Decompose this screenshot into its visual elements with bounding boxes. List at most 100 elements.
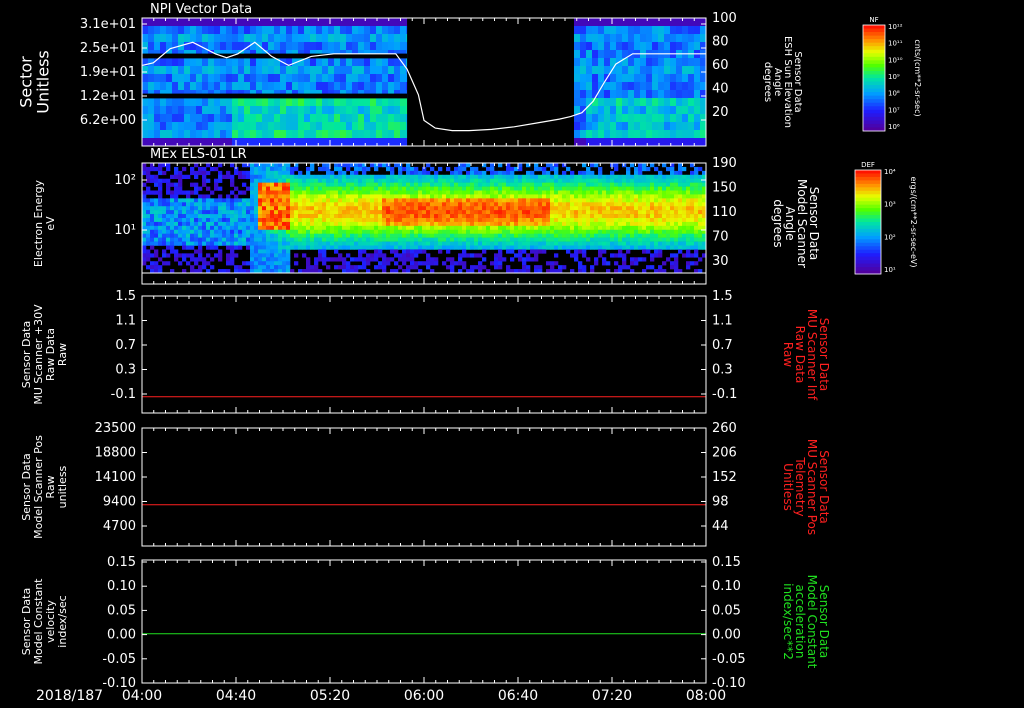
els-heatmap-cell [374,198,379,203]
els-heatmap-cell [686,265,691,270]
els-heatmap-cell [598,198,603,203]
els-heatmap-cell [522,249,527,254]
els-heatmap-cell [578,265,583,270]
els-heatmap-cell [194,214,199,219]
npi-heatmap-cell [652,66,659,75]
els-heatmap-cell [466,241,471,246]
els-heatmap-cell [638,202,643,207]
els-heatmap-cell [646,202,651,207]
els-heatmap-cell [582,237,587,242]
npi-heatmap-cell [238,106,245,115]
els-heatmap-cell [354,166,359,172]
els-heatmap-cell [302,233,307,238]
npi-heatmap-cell [688,58,695,67]
els-heatmap-cell [478,261,483,266]
npi-heatmap-cell [178,58,185,67]
els-heatmap-cell [694,221,699,227]
els-heatmap-cell [146,253,151,258]
els-heatmap-cell [342,261,347,266]
els-heatmap-cell [382,210,387,215]
els-heatmap-cell [278,198,283,203]
els-heatmap-cell [690,182,695,187]
els-heatmap-cell [370,253,375,258]
els-heatmap-cell [214,233,219,238]
els-heatmap-cell [614,221,619,227]
els-heatmap-cell [202,202,207,207]
els-heatmap-cell [486,210,491,215]
els-heatmap-cell [434,257,439,262]
els-heatmap-cell [478,229,483,235]
els-heatmap-cell [258,221,263,227]
els-heatmap-cell [390,245,395,250]
els-heatmap-cell [450,225,455,231]
els-heatmap-cell [694,198,699,203]
els-heatmap-cell [366,190,371,195]
els-heatmap-cell [186,253,191,258]
els-heatmap-cell [418,202,423,207]
els-heatmap-cell [298,198,303,203]
els-heatmap-cell [470,178,475,183]
els-heatmap-cell [422,237,427,242]
els-heatmap-cell [154,241,159,246]
els-heatmap-cell [358,225,363,231]
els-heatmap-cell [142,225,147,231]
els-heatmap-cell [342,210,347,215]
els-heatmap-cell [590,245,595,250]
els-heatmap-cell [602,206,607,211]
els-heatmap-cell [666,186,671,191]
npi-heatmap-cell [604,122,611,131]
els-heatmap-cell [502,241,507,246]
els-heatmap-cell [686,202,691,207]
els-heatmap-cell [486,202,491,207]
els-heatmap-cell [222,206,227,211]
els-heatmap-cell [186,261,191,266]
els-heatmap-cell [186,202,191,207]
els-heatmap-cell [686,241,691,246]
els-heatmap-cell [402,261,407,266]
npi-heatmap-cell [340,42,347,51]
npi-heatmap-cell [646,122,653,131]
els-heatmap-cell [614,206,619,211]
els-heatmap-cell [398,221,403,227]
els-heatmap-cell [538,202,543,207]
els-heatmap-cell [542,210,547,215]
els-heatmap-cell [674,221,679,227]
npi-heatmap-cell [688,42,695,51]
els-heatmap-cell [558,186,563,191]
els-heatmap-cell [642,178,647,183]
els-heatmap-cell [654,221,659,227]
els-heatmap-cell [394,237,399,242]
npi-heatmap-cell [322,122,329,131]
els-heatmap-cell [526,245,531,250]
els-heatmap-cell [586,206,591,211]
els-heatmap-cell [442,237,447,242]
els-heatmap-cell [158,202,163,207]
npi-heatmap-cell [346,98,353,107]
els-heatmap-cell [154,174,159,180]
npi-heatmap-cell [688,26,695,35]
els-heatmap-cell [302,206,307,211]
els-heatmap-cell [618,206,623,211]
els-heatmap-cell [590,225,595,231]
els-heatmap-cell [526,174,531,180]
els-heatmap-cell [466,237,471,242]
els-heatmap-cell [410,190,415,195]
els-heatmap-cell [442,174,447,180]
els-heatmap-cell [518,233,523,238]
els-heatmap-cell [446,237,451,242]
els-heatmap-cell [338,170,343,176]
els-heatmap-cell [266,225,271,231]
els-heatmap-cell [274,265,279,270]
npi-heatmap-cell [580,42,587,51]
els-heatmap-cell [330,186,335,191]
els-title: MEx ELS-01 LR [150,147,247,162]
els-heatmap-cell [430,233,435,238]
y-tick-label: 18800 [95,446,136,461]
els-heatmap-cell [502,221,507,227]
els-heatmap-cell [294,166,299,172]
els-heatmap-cell [478,182,483,187]
els-heatmap-cell [482,225,487,231]
els-heatmap-cell [178,170,183,176]
right-axis-label: degrees [762,62,773,102]
npi-heatmap-cell [604,42,611,51]
